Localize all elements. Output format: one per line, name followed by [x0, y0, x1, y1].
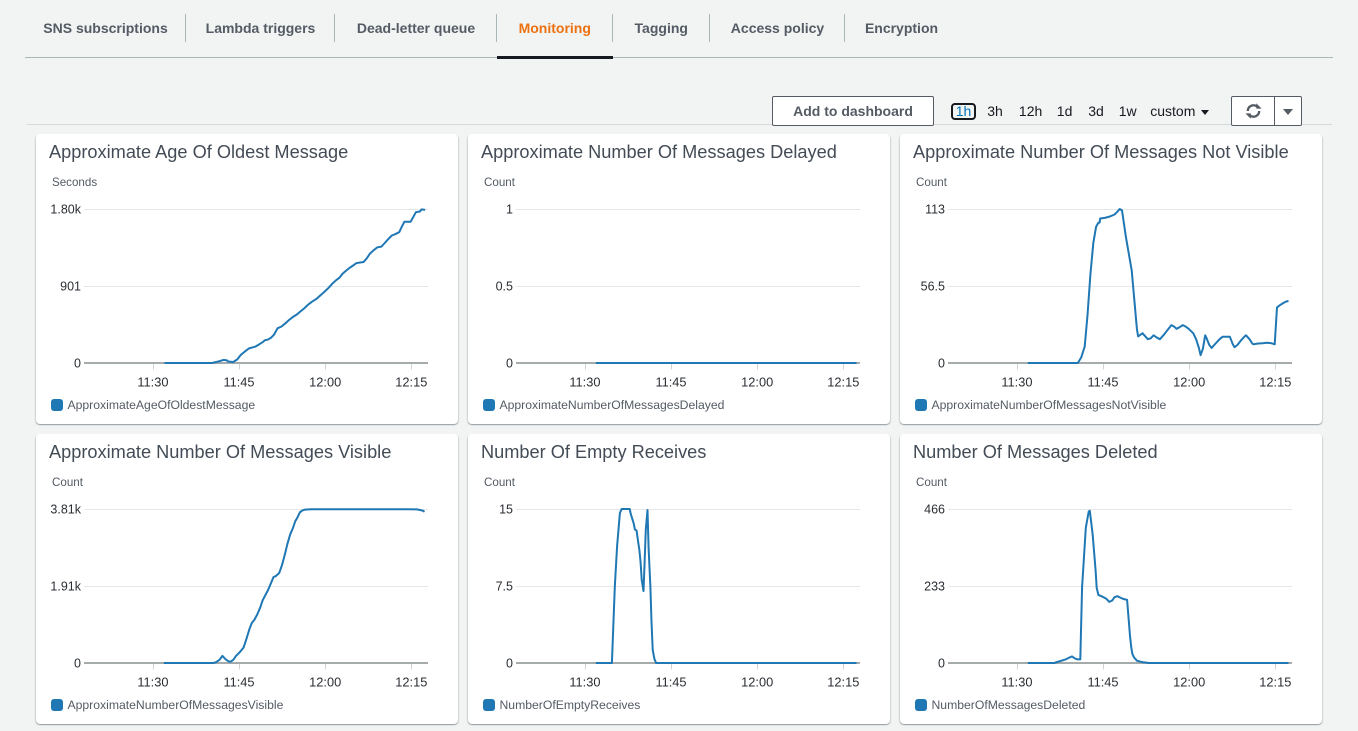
svg-text:12:15: 12:15 — [1259, 675, 1291, 690]
svg-text:12:00: 12:00 — [1173, 675, 1205, 690]
svg-text:0: 0 — [506, 357, 513, 371]
svg-text:1.80k: 1.80k — [50, 203, 81, 217]
svg-text:0: 0 — [74, 357, 81, 371]
svg-text:1.91k: 1.91k — [50, 580, 81, 594]
svg-text:466: 466 — [924, 503, 945, 517]
svg-text:11:45: 11:45 — [223, 675, 254, 690]
svg-text:7.5: 7.5 — [496, 580, 513, 594]
svg-text:113: 113 — [925, 203, 945, 217]
svg-text:11:45: 11:45 — [1087, 375, 1118, 390]
svg-text:11:30: 11:30 — [137, 675, 168, 690]
svg-text:901: 901 — [60, 280, 81, 294]
svg-text:0: 0 — [74, 657, 81, 671]
svg-text:1: 1 — [506, 203, 513, 217]
svg-text:12:00: 12:00 — [309, 675, 341, 690]
svg-text:233: 233 — [924, 580, 945, 594]
svg-text:3.81k: 3.81k — [50, 503, 81, 517]
svg-text:12:15: 12:15 — [827, 675, 859, 690]
svg-text:12:15: 12:15 — [827, 375, 859, 390]
svg-text:11:30: 11:30 — [569, 675, 600, 690]
svg-text:11:45: 11:45 — [655, 675, 686, 690]
svg-text:12:00: 12:00 — [309, 375, 341, 390]
svg-text:12:00: 12:00 — [741, 375, 773, 390]
svg-text:12:15: 12:15 — [395, 675, 427, 690]
svg-text:11:45: 11:45 — [223, 375, 254, 390]
svg-text:11:30: 11:30 — [137, 375, 168, 390]
svg-text:11:30: 11:30 — [569, 375, 600, 390]
svg-text:11:45: 11:45 — [1087, 675, 1118, 690]
svg-text:0: 0 — [938, 657, 945, 671]
svg-text:0.5: 0.5 — [496, 280, 513, 294]
svg-text:12:00: 12:00 — [741, 675, 773, 690]
svg-text:11:45: 11:45 — [655, 375, 686, 390]
svg-text:56.5: 56.5 — [921, 280, 945, 294]
svg-text:0: 0 — [506, 657, 513, 671]
svg-text:12:15: 12:15 — [1259, 375, 1291, 390]
svg-text:15: 15 — [499, 503, 513, 517]
svg-text:0: 0 — [938, 357, 945, 371]
svg-text:11:30: 11:30 — [1001, 675, 1032, 690]
svg-text:12:00: 12:00 — [1173, 375, 1205, 390]
svg-text:11:30: 11:30 — [1001, 375, 1032, 390]
svg-text:12:15: 12:15 — [395, 375, 427, 390]
